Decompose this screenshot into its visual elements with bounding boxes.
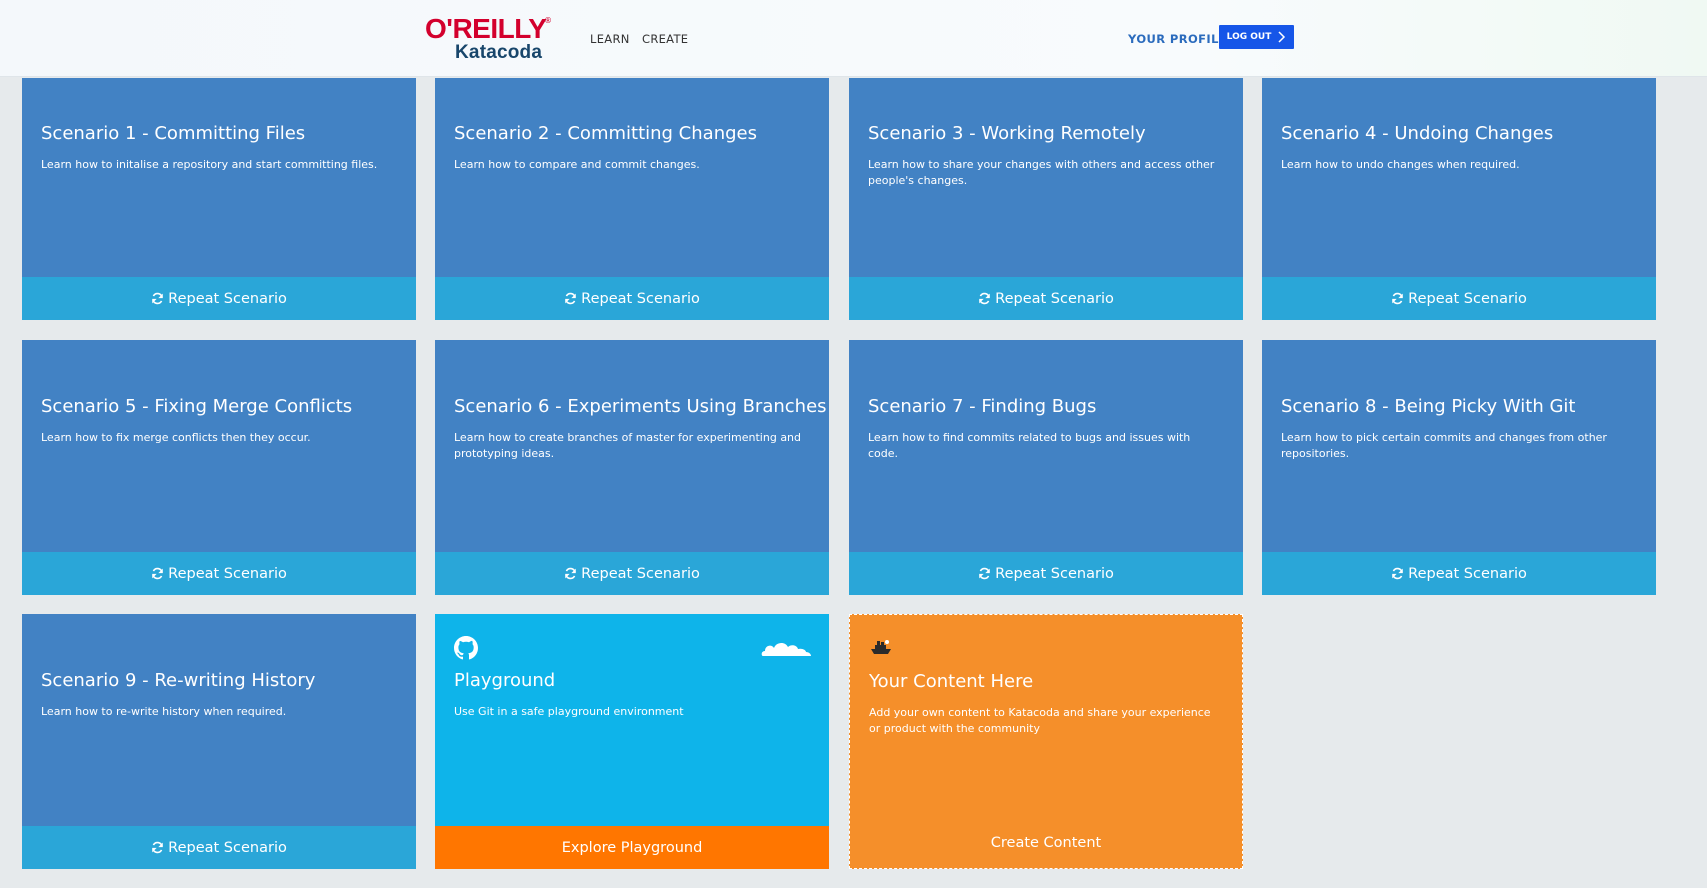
repeat-scenario-label: Repeat Scenario [1408, 565, 1527, 582]
logo-katacoda-text: Katacoda [455, 42, 543, 63]
scenario-title: Scenario 6 - Experiments Using Branches [454, 396, 827, 417]
repeat-icon [152, 567, 163, 580]
top-navbar: O'REILLY ® Katacoda LEARN CREATE YOUR PR… [0, 0, 1707, 77]
scenario-card-4[interactable]: Scenario 4 - Undoing Changes Learn how t… [1262, 78, 1656, 320]
scenario-description: Learn how to pick certain commits and ch… [1281, 431, 1607, 460]
repeat-scenario-button[interactable]: Repeat Scenario [22, 826, 416, 869]
repeat-scenario-label: Repeat Scenario [995, 565, 1114, 582]
scenario-card-2[interactable]: Scenario 2 - Committing Changes Learn ho… [435, 78, 829, 320]
scenario-card-3[interactable]: Scenario 3 - Working Remotely Learn how … [849, 78, 1243, 320]
repeat-icon [565, 567, 576, 580]
ship-icon [871, 640, 891, 654]
repeat-scenario-label: Repeat Scenario [581, 565, 700, 582]
scenario-description: Learn how to create branches of master f… [454, 431, 802, 460]
scenario-title: Scenario 7 - Finding Bugs [868, 396, 1097, 417]
scenario-description: Learn how to share your changes with oth… [868, 158, 1215, 187]
repeat-scenario-label: Repeat Scenario [168, 565, 287, 582]
scenario-card-7[interactable]: Scenario 7 - Finding Bugs Learn how to f… [849, 340, 1243, 595]
repeat-scenario-button[interactable]: Repeat Scenario [1262, 552, 1656, 595]
scenario-title: Scenario 2 - Committing Changes [454, 123, 757, 144]
scenario-description: Learn how to find commits related to bug… [868, 431, 1191, 460]
scenario-title: Scenario 4 - Undoing Changes [1281, 123, 1554, 144]
repeat-scenario-button[interactable]: Repeat Scenario [849, 552, 1243, 595]
repeat-icon [1392, 567, 1403, 580]
repeat-icon [979, 292, 990, 305]
scenario-card-1[interactable]: Scenario 1 - Committing Files Learn how … [22, 78, 416, 320]
scenario-description: Learn how to undo changes when required. [1281, 158, 1520, 171]
repeat-scenario-label: Repeat Scenario [1408, 290, 1527, 307]
scenario-title: Scenario 5 - Fixing Merge Conflicts [41, 396, 353, 417]
create-content-description: Add your own content to Katacoda and sha… [869, 706, 1211, 735]
your-profile-link[interactable]: YOUR PROFILE [1128, 32, 1227, 46]
playground-description: Use Git in a safe playground environment [454, 705, 684, 718]
scenario-title: Scenario 3 - Working Remotely [868, 123, 1146, 144]
repeat-icon [565, 292, 576, 305]
scenario-card-8[interactable]: Scenario 8 - Being Picky With Git Learn … [1262, 340, 1656, 595]
repeat-scenario-button[interactable]: Repeat Scenario [435, 277, 829, 320]
repeat-scenario-button[interactable]: Repeat Scenario [849, 277, 1243, 320]
github-icon [454, 636, 478, 660]
oreilly-katacoda-logo[interactable]: O'REILLY ® Katacoda [425, 13, 555, 64]
repeat-scenario-label: Repeat Scenario [581, 290, 700, 307]
repeat-scenario-label: Repeat Scenario [168, 839, 287, 856]
scenario-description: Learn how to re-write history when requi… [41, 705, 287, 718]
playground-title: Playground [454, 670, 556, 691]
repeat-scenario-label: Repeat Scenario [168, 290, 287, 307]
repeat-icon [1392, 292, 1403, 305]
create-content-label: Create Content [990, 834, 1102, 851]
scenario-card-6[interactable]: Scenario 6 - Experiments Using Branches … [435, 340, 829, 595]
repeat-icon [152, 292, 163, 305]
scenario-description: Learn how to fix merge conflicts then th… [41, 431, 311, 444]
nav-create-link[interactable]: CREATE [642, 32, 688, 46]
chevron-right-icon [1278, 31, 1286, 43]
cloud-icon [761, 642, 811, 656]
repeat-icon [152, 841, 163, 854]
nav-learn-link[interactable]: LEARN [590, 32, 630, 46]
repeat-scenario-button[interactable]: Repeat Scenario [22, 277, 416, 320]
logout-label: LOG OUT [1226, 32, 1272, 42]
repeat-scenario-button[interactable]: Repeat Scenario [435, 552, 829, 595]
repeat-scenario-label: Repeat Scenario [995, 290, 1114, 307]
create-content-button[interactable]: Create Content [850, 821, 1242, 864]
playground-card[interactable]: Playground Use Git in a safe playground … [435, 614, 829, 869]
scenario-title: Scenario 8 - Being Picky With Git [1281, 396, 1576, 417]
scenario-title: Scenario 1 - Committing Files [41, 123, 306, 144]
scenario-card-5[interactable]: Scenario 5 - Fixing Merge Conflicts Lear… [22, 340, 416, 595]
repeat-scenario-button[interactable]: Repeat Scenario [1262, 277, 1656, 320]
repeat-scenario-button[interactable]: Repeat Scenario [22, 552, 416, 595]
scenario-description: Learn how to compare and commit changes. [454, 158, 700, 171]
logout-button[interactable]: LOG OUT [1219, 25, 1294, 49]
create-content-card[interactable]: Your Content Here Add your own content t… [849, 614, 1243, 869]
scenario-card-9[interactable]: Scenario 9 - Re-writing History Learn ho… [22, 614, 416, 869]
logo-registered-mark: ® [544, 16, 552, 25]
logo-oreilly-text: O'REILLY [425, 13, 547, 44]
scenario-title: Scenario 9 - Re-writing History [41, 670, 316, 691]
create-content-title: Your Content Here [869, 671, 1034, 692]
repeat-icon [979, 567, 990, 580]
explore-playground-button[interactable]: Explore Playground [435, 826, 829, 869]
explore-playground-label: Explore Playground [561, 839, 703, 856]
scenario-description: Learn how to initalise a repository and … [41, 158, 378, 171]
